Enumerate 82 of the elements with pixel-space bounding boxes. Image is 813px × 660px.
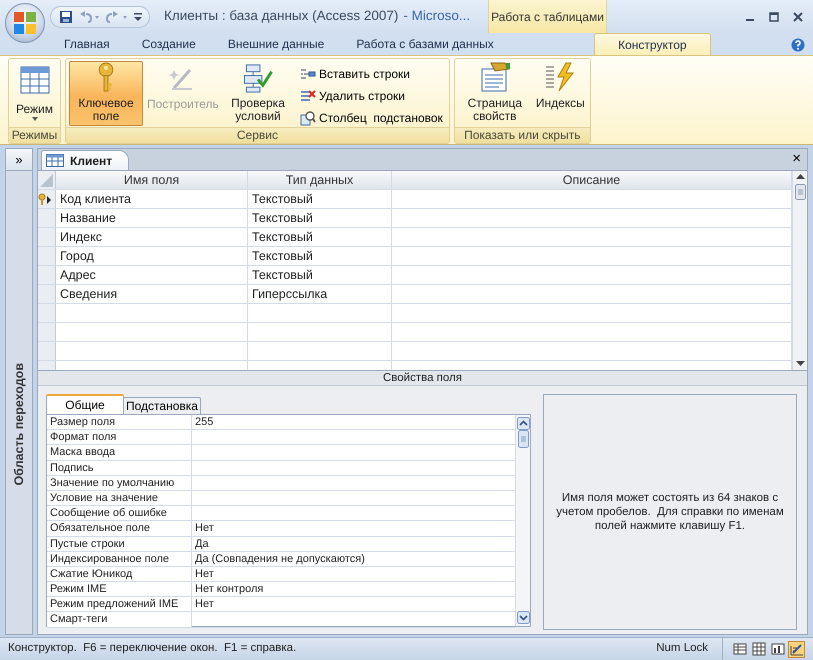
table-cell[interactable]: Адрес [56,266,248,284]
table-icon [18,65,50,95]
caret-icon [30,116,38,122]
table-cell[interactable]: Текстовый [248,209,392,227]
insert-rows-icon [300,66,316,80]
key-icon [38,192,52,206]
table-cell[interactable]: Сведения [56,285,248,303]
scrollbar[interactable] [515,415,530,626]
lightning-icon [544,61,576,93]
table-cell[interactable]: Код клиента [56,190,248,208]
expand-button[interactable]: » [6,149,32,171]
column-header: Тип данных [248,171,392,189]
num-lock-indicator: Num Lock [656,641,708,656]
scroll-thumb[interactable] [794,184,806,200]
table-cell[interactable]: Текстовый [248,228,392,246]
save-icon[interactable] [59,10,73,24]
lookup-column-icon [300,110,316,126]
group-label: Показать или скрыть [454,127,590,143]
scroll-up-icon[interactable] [796,174,804,180]
ribbon-tab[interactable]: Работа с базами данных [344,33,506,55]
help-icon[interactable] [790,38,805,52]
table-cell[interactable]: Индекс [56,228,248,246]
group-label: Сервис [66,127,449,143]
table-cell[interactable]: Текстовый [248,190,392,208]
table-cell[interactable]: Название [56,209,248,227]
column-header: Описание [392,171,792,189]
property-value[interactable]: Нет контроля [192,582,515,596]
property-label: Смарт-теги [47,612,192,627]
property-label: Условие на значение [47,490,192,506]
ribbon-tab[interactable]: Создание [130,33,208,55]
ribbon-button[interactable]: Индексы [534,60,587,126]
ribbon-tab[interactable]: Главная [52,33,122,55]
property-value[interactable]: Нет [192,566,515,582]
property-value[interactable]: Да [192,536,515,551]
property-value[interactable]: Да (Совпадения не допускаются) [192,552,515,566]
design-view-icon[interactable] [788,640,805,658]
table-cell[interactable]: Город [56,247,248,265]
help-text: Имя поля может состоять из 64 знаков с учетом пробелов. Для справки по именам полей нажмите клавишу F1. [555,491,785,533]
table-cell[interactable]: Текстовый [248,247,392,265]
pane-title: Область переходов [10,363,27,486]
status-text: Конструктор. F6 = переключение окон. F1 = справка. [8,641,296,656]
close-button[interactable]: × [786,150,807,168]
flowchart-check-icon [242,62,274,93]
ribbon-button[interactable]: Удалить строки [297,85,446,106]
corner-triangle-icon [38,172,54,188]
property-tab[interactable]: Общие [46,394,124,414]
app-title: - Microso... [403,7,470,26]
datasheet-view-icon[interactable] [731,640,748,658]
scroll-thumb[interactable] [518,430,528,448]
window-title: Клиенты : база данных (Access 2007) [164,7,398,26]
scroll-down-button[interactable] [516,611,530,624]
scroll-up-button[interactable] [516,417,530,430]
pivot-chart-icon[interactable] [769,640,786,658]
row-selector[interactable] [38,190,56,208]
ribbon-tab[interactable]: Внешние данные [216,33,336,55]
scroll-down-icon[interactable] [796,361,804,367]
ribbon-button[interactable]: Ключевое поле [69,61,143,126]
property-value[interactable]: Нет [192,597,515,612]
ribbon-button[interactable]: Вставить строки [297,63,446,84]
property-value[interactable]: Нет [192,521,515,536]
ribbon-button[interactable]: Проверка условий [221,61,295,126]
table-cell[interactable]: Текстовый [248,266,392,284]
ribbon-tab[interactable]: Конструктор [594,33,711,55]
ribbon-button[interactable]: Режим [12,60,57,126]
property-sheet-icon [478,61,511,93]
pivot-table-icon[interactable] [750,640,767,658]
ribbon-button[interactable]: Страница свойств [458,60,532,126]
table-icon [46,154,64,167]
contextual-tab-group-label: Работа с таблицами [488,0,607,33]
close-icon[interactable] [793,12,803,22]
property-label: Значение по умолчанию [47,476,192,490]
maximize-icon[interactable] [769,12,779,22]
property-tab[interactable]: Подстановка [123,397,201,414]
office-logo [12,10,38,36]
property-value[interactable]: 255 [192,415,515,430]
delete-rows-icon [300,88,316,102]
table-cell[interactable]: Гиперссылка [248,285,392,303]
column-header: Имя поля [56,171,248,189]
group-label: Режимы [9,127,60,143]
section-title: Свойства поля [38,371,807,386]
document-tab[interactable]: Клиент [41,150,130,170]
scrollbar[interactable] [792,171,807,370]
